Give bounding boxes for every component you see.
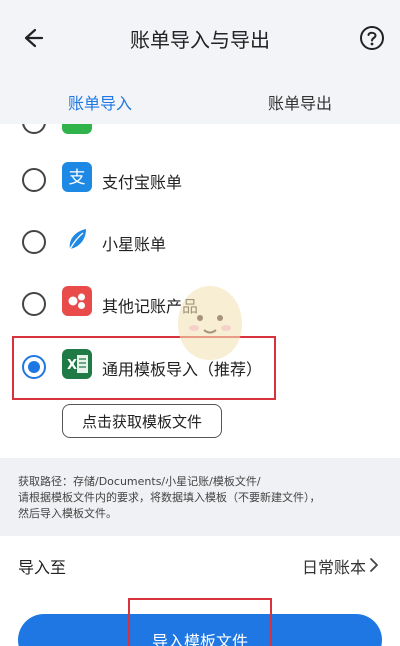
radio-button[interactable] bbox=[22, 230, 46, 254]
help-icon[interactable] bbox=[358, 24, 386, 52]
tab-export[interactable]: 账单导出 bbox=[268, 90, 332, 114]
mascot-icon bbox=[178, 286, 242, 360]
option-alipay[interactable]: 支 支付宝账单 bbox=[0, 152, 400, 210]
option-xiaoxing[interactable]: 小星账单 bbox=[0, 214, 400, 272]
template-path-text: 获取路径：存储/Documents/小星记账/模板文件/ bbox=[18, 475, 261, 488]
instruction-text: 请根据模板文件内的要求，将数据填入模板（不要新建文件）， bbox=[18, 491, 321, 504]
radio-button[interactable] bbox=[22, 292, 46, 316]
import-target-value[interactable]: 日常账本 bbox=[302, 554, 366, 578]
radio-button[interactable] bbox=[22, 168, 46, 192]
chevron-right-icon bbox=[370, 558, 378, 572]
option-label: 小星账单 bbox=[102, 235, 167, 254]
alipay-icon: 支 bbox=[62, 162, 92, 192]
list-item[interactable] bbox=[0, 124, 400, 152]
import-target-row[interactable]: 导入至 日常账本 bbox=[0, 536, 400, 594]
get-template-button[interactable]: 点击获取模板文件 bbox=[62, 404, 222, 438]
other-apps-icon bbox=[62, 286, 92, 316]
header: 账单导入与导出 bbox=[0, 0, 400, 78]
instruction-text-continued: 然后导入模板文件。 bbox=[18, 507, 117, 520]
radio-button[interactable] bbox=[22, 124, 46, 134]
svg-text:支: 支 bbox=[69, 168, 86, 188]
import-target-label: 导入至 bbox=[18, 558, 67, 577]
import-button-highlight bbox=[128, 598, 272, 646]
tab-bar: 账单导入 账单导出 bbox=[0, 78, 400, 124]
tab-import[interactable]: 账单导入 bbox=[68, 90, 132, 114]
wechat-icon bbox=[62, 124, 92, 134]
template-instructions: 获取路径：存储/Documents/小星记账/模板文件/ 请根据模板文件内的要求… bbox=[0, 458, 400, 536]
option-label: 支付宝账单 bbox=[102, 173, 183, 192]
page-title: 账单导入与导出 bbox=[130, 28, 270, 52]
leaf-icon bbox=[62, 224, 92, 254]
